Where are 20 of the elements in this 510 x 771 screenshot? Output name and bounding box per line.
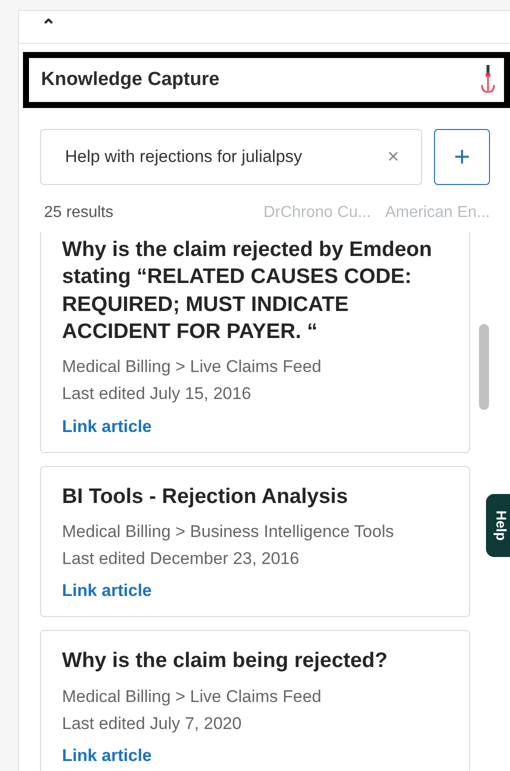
anchor-icon (480, 65, 496, 95)
clear-button[interactable]: × (387, 142, 399, 172)
link-article-link[interactable]: Link article (62, 414, 152, 440)
breadcrumb-text: Medical Billing > Business Intelligence Tools (62, 520, 395, 543)
article-title: Why is the claim being rejected? (62, 648, 389, 674)
link-article-link[interactable]: Link article (62, 742, 152, 768)
scrollbar-thumb[interactable] (479, 324, 489, 410)
search-field[interactable]: Help with rejections for julialpsy × (40, 129, 422, 185)
edited-date: Last edited July 7, 2020 (62, 712, 243, 735)
edited-date: Last edited December 23, 2016 (62, 548, 300, 570)
breadcrumb-text: Medical Billing > Live Claims Feed (62, 356, 322, 378)
help-tab[interactable]: Help (486, 494, 510, 557)
article-title: Why is the claim rejected by Emdeon stating “RELATED CAUSES CODE: REQUIRED; MUST INDICATE ACCIDENT FOR PAYER. “ (62, 237, 433, 345)
result-count: 25 results (44, 203, 114, 223)
panel-title: Knowledge Capture (41, 68, 220, 92)
link-article-link[interactable]: Link article (62, 578, 152, 604)
edited-date: Last edited July 15, 2016 (62, 383, 252, 406)
article-title: BI Tools - Rejection Analysis (62, 484, 349, 510)
breadcrumb-text: Medical Billing > Live Claims Feed (62, 686, 322, 708)
add-button[interactable]: + (434, 129, 490, 185)
